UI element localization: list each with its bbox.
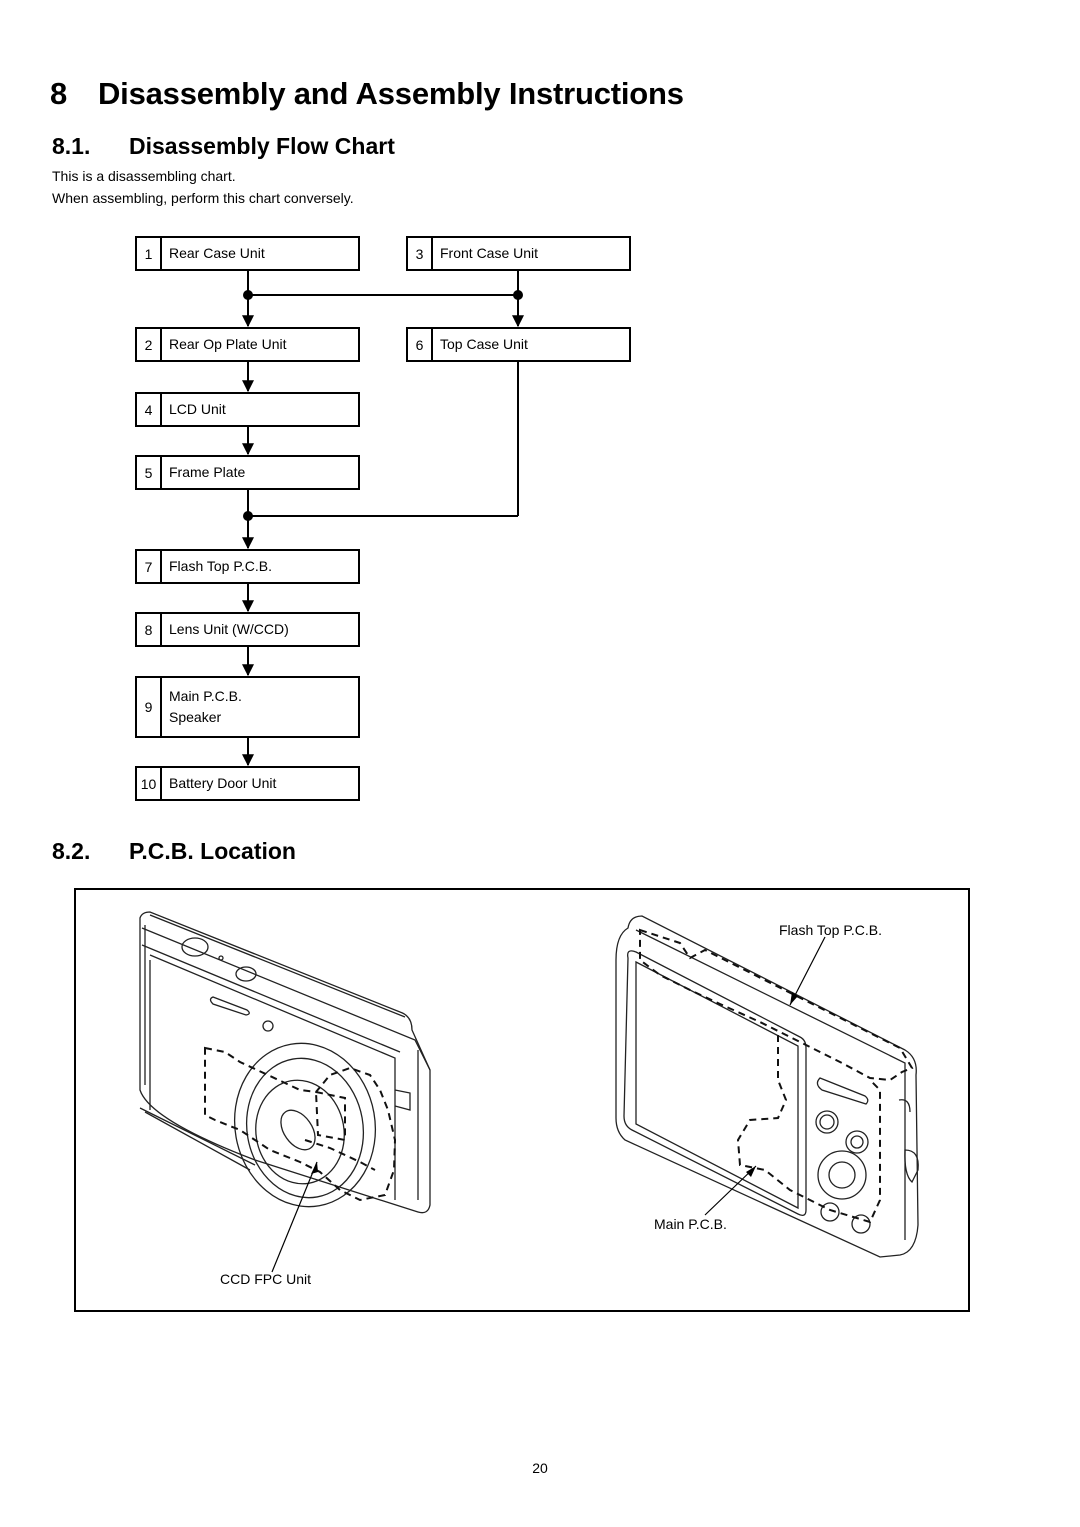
callout-ccd-fpc-unit: CCD FPC Unit	[220, 1271, 312, 1287]
camera-rear-view	[615, 915, 919, 1258]
callout-flash-top-pcb: Flash Top P.C.B.	[779, 922, 882, 938]
ccd-fpc-outline	[204, 1046, 397, 1202]
lens-glass	[280, 1109, 316, 1151]
leader-ccd-fpc	[271, 1161, 318, 1273]
camera-front-view	[139, 911, 431, 1214]
shutter-button	[181, 937, 209, 957]
page-number: 20	[532, 1460, 548, 1476]
callout-main-pcb: Main P.C.B.	[654, 1216, 727, 1232]
pcb-location-illustration	[139, 911, 919, 1273]
